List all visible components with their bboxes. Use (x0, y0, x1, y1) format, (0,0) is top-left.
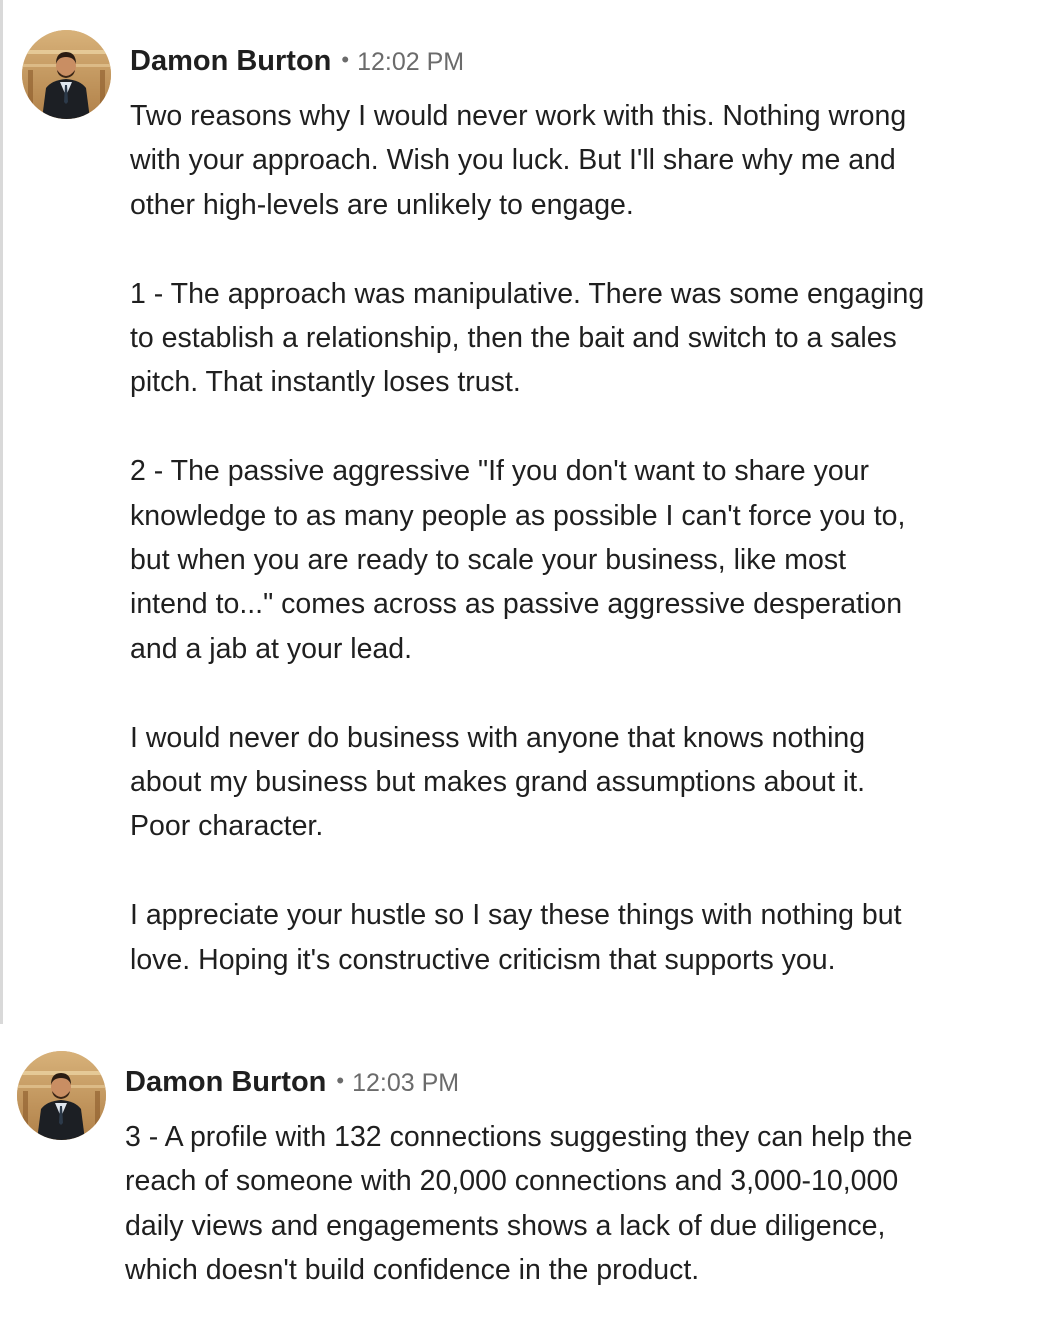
author-name[interactable]: Damon Burton (130, 45, 331, 77)
avatar[interactable] (17, 1051, 106, 1140)
meta-separator: • (336, 1068, 345, 1093)
comment-text-line: but when you are ready to scale your bus… (130, 544, 847, 577)
meta-separator: • (341, 47, 350, 72)
comment-text-line: knowledge to as many people as possible … (130, 499, 906, 532)
comment-paragraph: 3 - A profile with 132 connections sugge… (125, 1115, 1040, 1293)
comment-paragraph: I appreciate your hustle so I say these … (130, 893, 1045, 982)
avatar[interactable] (22, 30, 111, 119)
timestamp: 12:02 PM (357, 48, 465, 76)
comment-text-line: and a jab at your lead. (130, 632, 413, 665)
comment-text-line: daily views and engagements shows a lack… (125, 1209, 886, 1242)
comment-text-line: reach of someone with 20,000 connections… (125, 1165, 899, 1198)
comment-text-line: intend to..." comes across as passive ag… (130, 588, 903, 621)
person-avatar-icon (17, 1051, 106, 1140)
comment-text-line: other high-levels are unlikely to engage… (130, 188, 634, 221)
person-avatar-icon (22, 30, 111, 119)
comment-body: 3 - A profile with 132 connections sugge… (125, 1115, 1040, 1293)
timestamp: 12:03 PM (352, 1069, 460, 1097)
comment-paragraph: 1 - The approach was manipulative. There… (130, 272, 1045, 405)
thread-rule (0, 0, 3, 1024)
comment-text-line: about my business but makes grand assump… (130, 766, 866, 799)
comment-text-line: Poor character. (130, 810, 324, 843)
comment-header: Damon Burton • 12:02 PM (130, 43, 464, 84)
comment-text-line: love. Hoping it's constructive criticism… (130, 943, 836, 976)
comment-body: Two reasons why I would never work with … (130, 94, 1045, 982)
comment-text-line: 2 - The passive aggressive "If you don't… (130, 455, 870, 488)
comment-text-line: 1 - The approach was manipulative. There… (130, 277, 925, 310)
comment-text-line: with your approach. Wish you luck. But I… (130, 144, 896, 177)
comment-text-line: 3 - A profile with 132 connections sugge… (125, 1121, 913, 1153)
comment-text-line: I appreciate your hustle so I say these … (130, 899, 902, 932)
comment-header: Damon Burton • 12:03 PM (125, 1064, 459, 1105)
comment-text-line: I would never do business with anyone th… (130, 721, 866, 754)
comment-text-line: to establish a relationship, then the ba… (130, 322, 897, 355)
comment-paragraph: I would never do business with anyone th… (130, 716, 1045, 849)
comment-text-line: which doesn't build confidence in the pr… (125, 1254, 700, 1287)
comment-text-line: Two reasons why I would never work with … (130, 100, 907, 132)
comment-paragraph: 2 - The passive aggressive "If you don't… (130, 449, 1045, 671)
comment-paragraph: Two reasons why I would never work with … (130, 94, 1045, 227)
author-name[interactable]: Damon Burton (125, 1066, 326, 1098)
comment-text-line: pitch. That instantly loses trust. (130, 366, 521, 399)
